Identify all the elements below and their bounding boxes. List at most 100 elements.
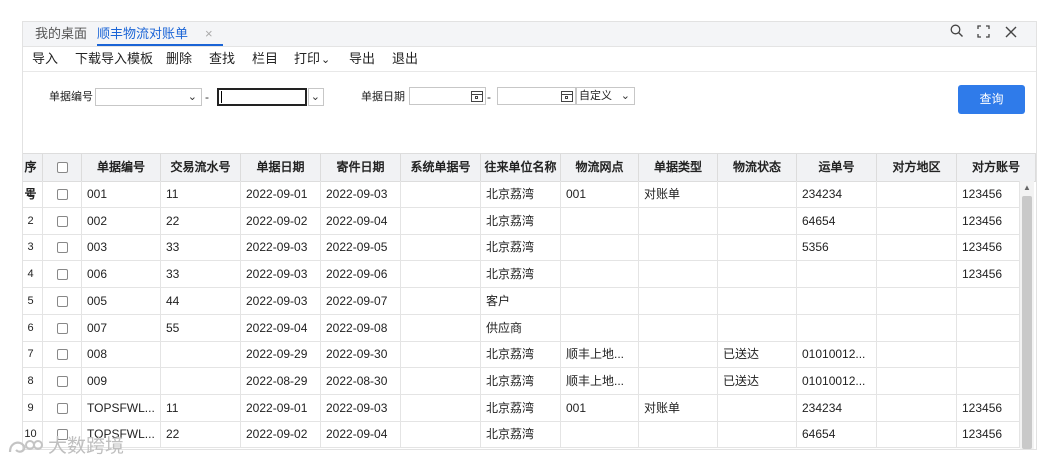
exit-button[interactable]: 退出 xyxy=(392,47,418,71)
tab-sf-logistics-statement[interactable]: 顺丰物流对账单 × xyxy=(97,22,223,46)
fullscreen-icon[interactable] xyxy=(972,24,994,44)
calendar-icon[interactable] xyxy=(471,91,483,102)
print-button[interactable]: 打印⌄ xyxy=(294,47,330,71)
export-button[interactable]: 导出 xyxy=(349,47,375,71)
delete-button[interactable]: 删除 xyxy=(166,47,192,71)
col-doc-date[interactable]: 单据日期 xyxy=(241,154,321,181)
cell-doc-date: 2022-08-29 xyxy=(241,367,321,394)
cell-doc-type: 对账单 xyxy=(639,181,718,207)
cell-account: 123456 xyxy=(957,394,1020,421)
cell-select[interactable] xyxy=(43,314,82,341)
cell-seq: 9 xyxy=(23,394,43,421)
cell-doc-type: 对账单 xyxy=(639,394,718,421)
table-row[interactable]: 3 003 33 2022-09-03 2022-09-05 北京荔湾 5356 123456 xyxy=(23,234,1023,262)
cell-waybill: 234234 xyxy=(797,181,877,207)
row-checkbox[interactable] xyxy=(57,322,68,334)
select-all-checkbox[interactable] xyxy=(57,162,68,173)
cell-txn-no: 11 xyxy=(161,181,241,207)
cell-waybill: 64654 xyxy=(797,207,877,234)
col-partner[interactable]: 往来单位名称 xyxy=(481,154,561,181)
row-checkbox[interactable] xyxy=(57,375,68,387)
row-checkbox[interactable] xyxy=(57,402,68,414)
table-row[interactable]: 7 008 2022-09-29 2022-09-30 北京荔湾 顺丰上地... 已送达 01… xyxy=(23,341,1023,369)
cell-select[interactable] xyxy=(43,261,82,288)
cell-txn-no xyxy=(161,341,241,368)
table-row[interactable]: 5 005 44 2022-09-03 2022-09-07 客户 xyxy=(23,287,1023,315)
col-doc-no[interactable]: 单据编号 xyxy=(82,154,161,181)
date-from-input[interactable] xyxy=(409,87,486,105)
cell-waybill: 234234 xyxy=(797,394,877,421)
search-icon[interactable] xyxy=(946,24,968,44)
cell-ship-date: 2022-09-30 xyxy=(321,341,401,368)
cell-doc-no: 001 xyxy=(82,181,161,207)
cell-waybill: 01010012... xyxy=(797,367,877,394)
cell-txn-no: 11 xyxy=(161,394,241,421)
table-row[interactable]: 2 002 22 2022-09-02 2022-09-04 北京荔湾 64654 12345… xyxy=(23,207,1023,235)
cell-doc-no: 003 xyxy=(82,234,161,261)
row-checkbox[interactable] xyxy=(57,349,68,361)
close-tab-icon[interactable]: × xyxy=(205,22,213,46)
col-ship-date[interactable]: 寄件日期 xyxy=(321,154,401,181)
doc-no-from-select[interactable]: ⌄ xyxy=(95,88,202,106)
cell-select[interactable] xyxy=(43,367,82,394)
cell-account xyxy=(957,287,1020,314)
cell-waybill xyxy=(797,314,877,341)
cell-doc-type xyxy=(639,421,718,448)
col-outlet[interactable]: 物流网点 xyxy=(561,154,639,181)
close-icon[interactable] xyxy=(1000,24,1022,44)
col-seq[interactable]: 序号 xyxy=(23,154,43,201)
doc-no-to-input[interactable] xyxy=(217,88,307,106)
row-checkbox[interactable] xyxy=(57,215,68,227)
col-select-all[interactable] xyxy=(43,154,82,181)
col-txn-no[interactable]: 交易流水号 xyxy=(161,154,241,181)
tab-label: 顺丰物流对账单 xyxy=(97,26,189,41)
scroll-up-icon[interactable]: ▲ xyxy=(1020,181,1034,195)
col-doc-type[interactable]: 单据类型 xyxy=(639,154,718,181)
scroll-thumb[interactable] xyxy=(1022,196,1032,449)
vertical-scrollbar[interactable]: ▲ xyxy=(1020,181,1034,449)
cell-select[interactable] xyxy=(43,207,82,234)
cell-select[interactable] xyxy=(43,341,82,368)
table-row[interactable]: 4 006 33 2022-09-03 2022-09-06 北京荔湾 123456 xyxy=(23,261,1023,289)
cell-seq: 6 xyxy=(23,314,43,341)
cell-outlet: 001 xyxy=(561,181,639,207)
table-row[interactable]: 8 009 2022-08-29 2022-08-30 北京荔湾 顺丰上地... 已送达 01… xyxy=(23,367,1023,395)
col-status[interactable]: 物流状态 xyxy=(718,154,797,181)
cell-doc-type xyxy=(639,207,718,234)
date-range-select[interactable]: 自定义 ⌄ xyxy=(576,87,635,105)
chevron-down-icon: ⌄ xyxy=(187,91,197,103)
table-row[interactable]: 10 TOPSFWL... 22 2022-09-02 2022-09-04 北京荔湾 64… xyxy=(23,421,1023,449)
query-button[interactable]: 查询 xyxy=(958,85,1025,114)
date-to-input[interactable] xyxy=(497,87,576,105)
table-row[interactable]: 1 001 11 2022-09-01 2022-09-03 北京荔湾 001 对账单 2342… xyxy=(23,181,1023,208)
cell-sys-no xyxy=(401,287,481,314)
table-row[interactable]: 9 TOPSFWL... 11 2022-09-01 2022-09-03 北京荔湾 001… xyxy=(23,394,1023,422)
col-waybill[interactable]: 运单号 xyxy=(797,154,877,181)
row-checkbox[interactable] xyxy=(57,269,68,281)
col-sys-no[interactable]: 系统单据号 xyxy=(401,154,481,181)
find-button[interactable]: 查找 xyxy=(209,47,235,71)
col-region[interactable]: 对方地区 xyxy=(877,154,957,181)
cell-region xyxy=(877,394,957,421)
tab-my-desktop[interactable]: 我的桌面 xyxy=(35,22,87,46)
cell-sys-no xyxy=(401,314,481,341)
cell-select[interactable] xyxy=(43,394,82,421)
download-template-button[interactable]: 下载导入模板 xyxy=(75,47,153,71)
cell-doc-date: 2022-09-04 xyxy=(241,314,321,341)
cell-doc-no: 009 xyxy=(82,367,161,394)
cell-select[interactable] xyxy=(43,287,82,314)
app-window: 我的桌面 顺丰物流对账单 × 导入 下载导入模板 删除 查找 栏目 打印⌄ 导出… xyxy=(22,21,1037,450)
col-account[interactable]: 对方账号 xyxy=(957,154,1036,181)
cell-select[interactable] xyxy=(43,181,82,207)
cell-select[interactable] xyxy=(43,234,82,261)
columns-button[interactable]: 栏目 xyxy=(252,47,278,71)
cell-doc-no: 008 xyxy=(82,341,161,368)
import-button[interactable]: 导入 xyxy=(32,47,58,71)
row-checkbox[interactable] xyxy=(57,295,68,307)
row-checkbox[interactable] xyxy=(57,189,68,200)
row-checkbox[interactable] xyxy=(57,242,68,254)
doc-no-to-dropdown[interactable]: ⌄ xyxy=(308,88,324,106)
cell-sys-no xyxy=(401,341,481,368)
calendar-icon[interactable] xyxy=(561,91,573,102)
table-row[interactable]: 6 007 55 2022-09-04 2022-09-08 供应商 xyxy=(23,314,1023,342)
